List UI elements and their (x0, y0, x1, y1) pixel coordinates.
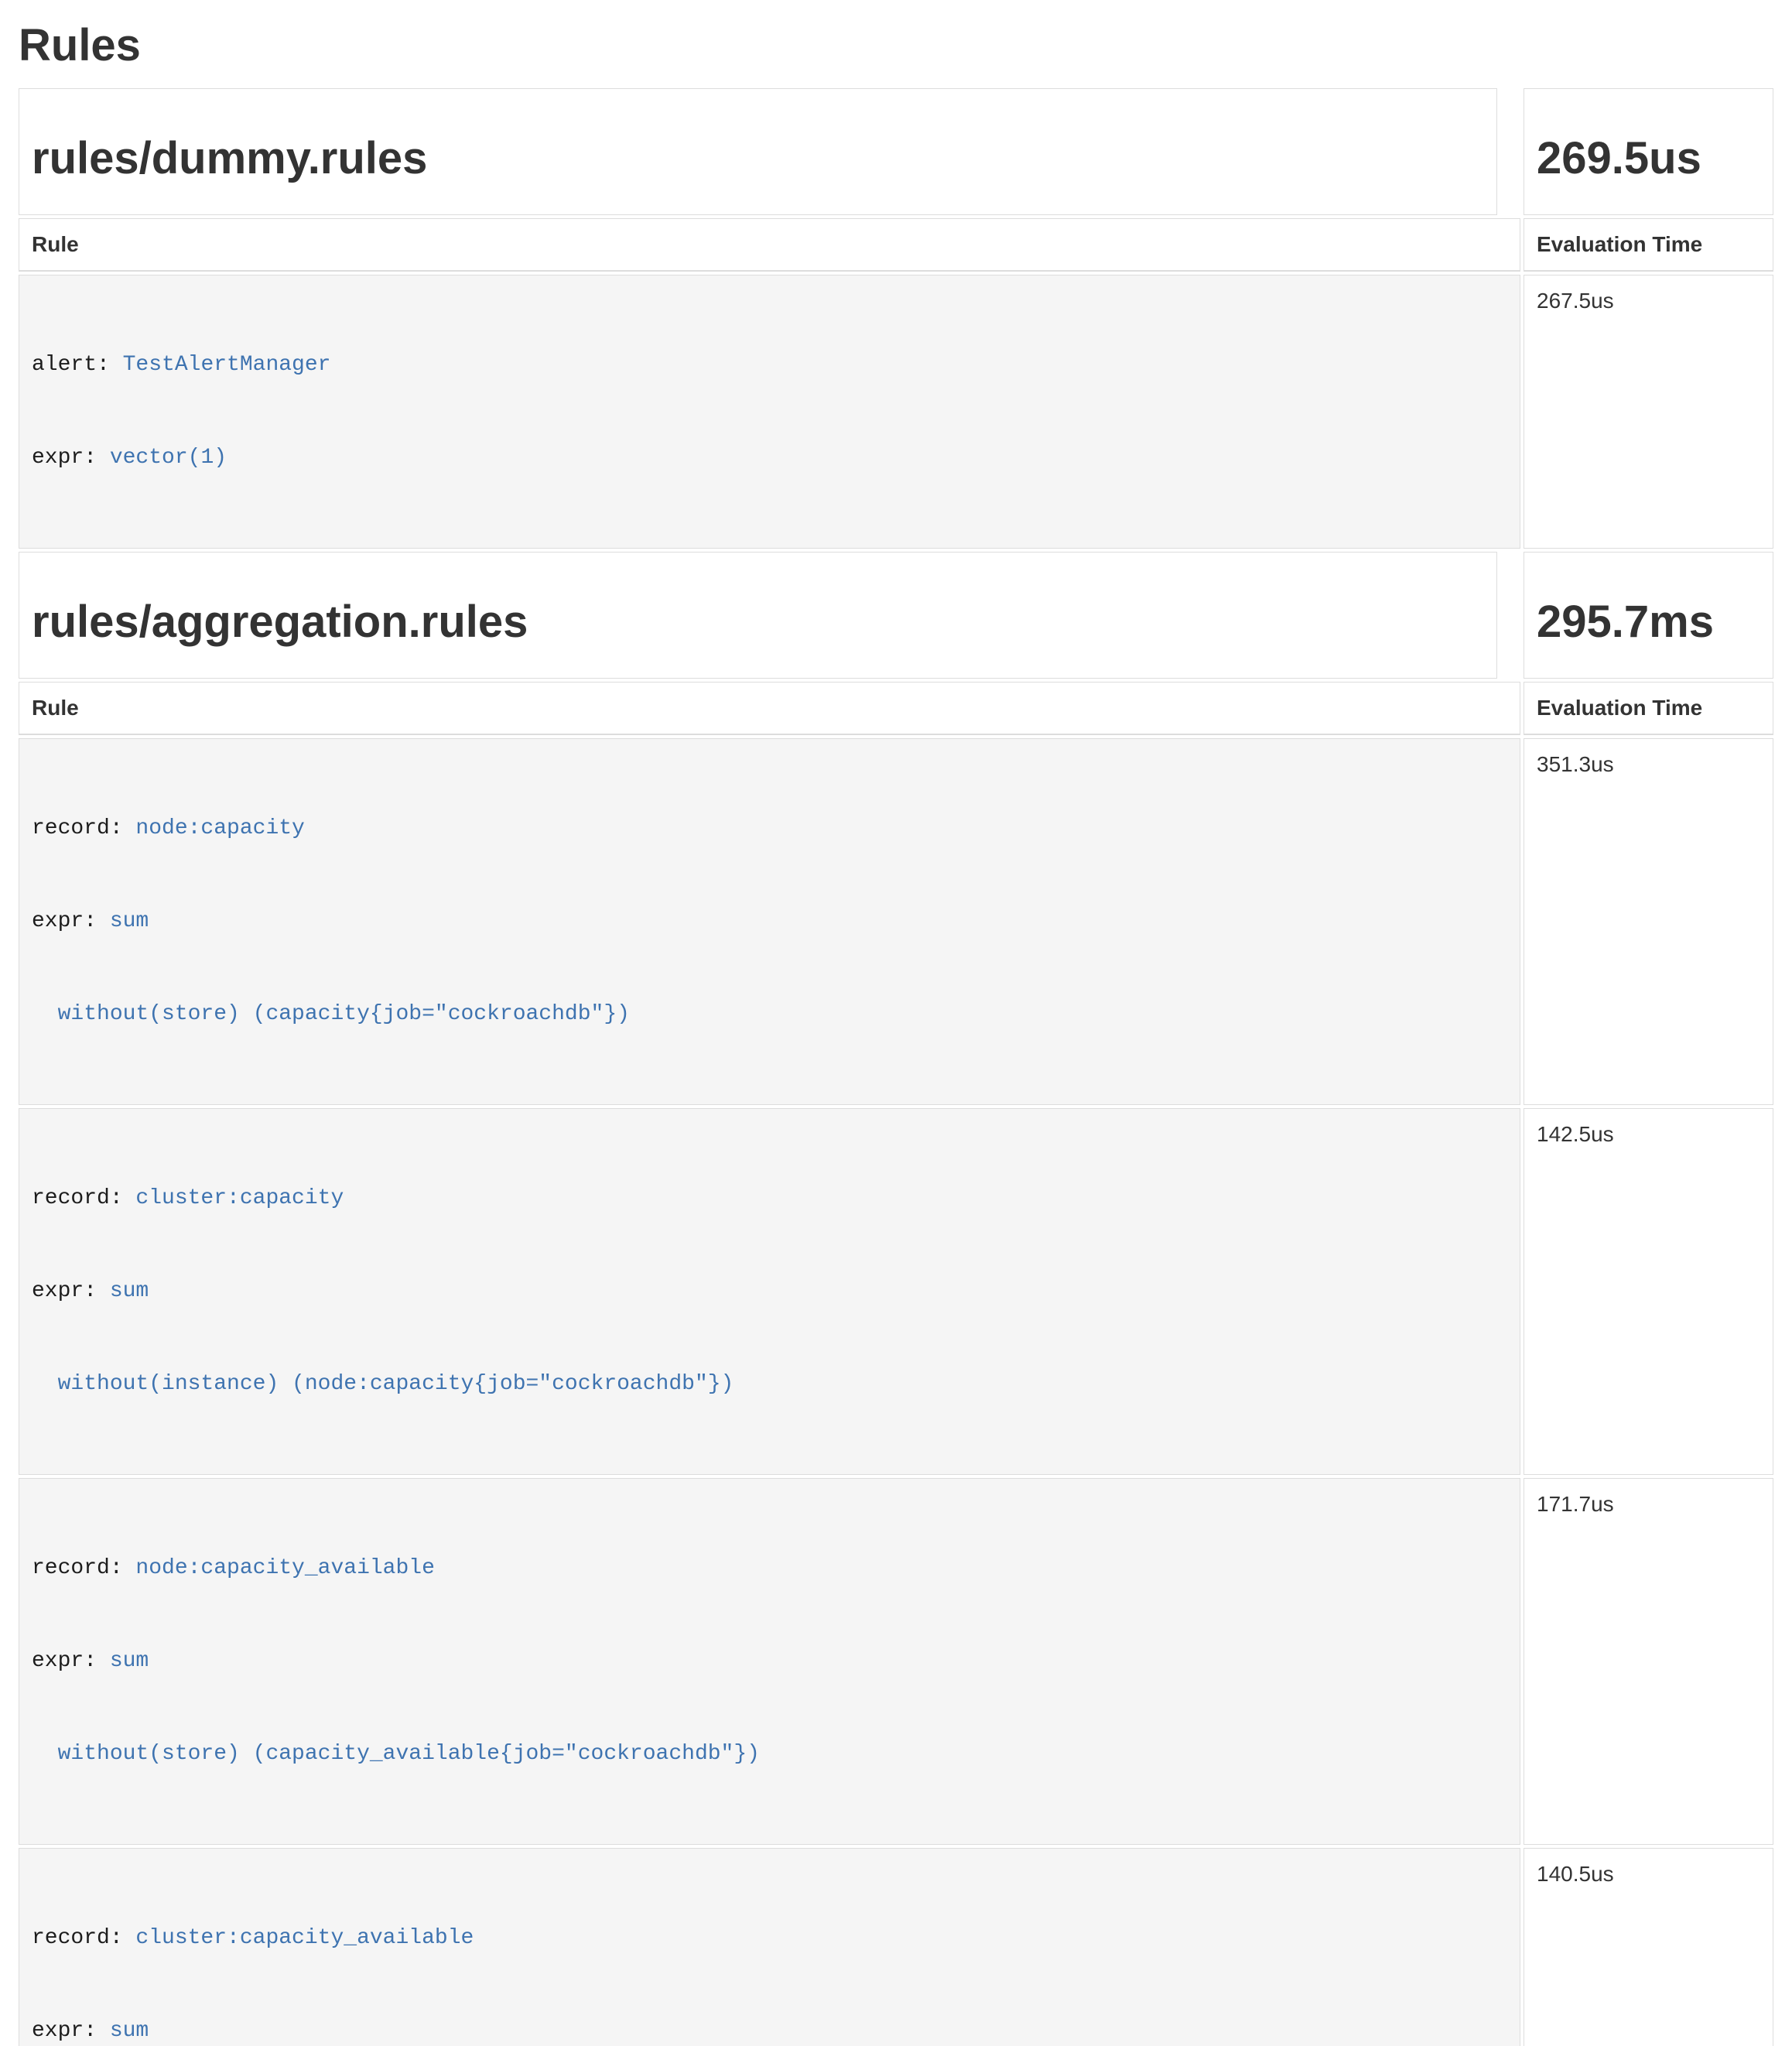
rule-link[interactable]: node:capacity (135, 816, 304, 840)
rule-line: record: cluster:capacity_available (32, 1923, 1507, 1954)
rule-group-eval-time-value: 269.5us (1537, 134, 1760, 183)
rule-link[interactable]: vector(1) (110, 446, 227, 470)
rule-line: without(instance) (node:capacity{job="co… (32, 1369, 1507, 1400)
rule-eval-time: 351.3us (1524, 738, 1773, 1105)
rule-yaml-key: record: (32, 1556, 135, 1580)
rule-group-eval-time-value: 295.7ms (1537, 597, 1760, 647)
rule-line: record: node:capacity_available (32, 1553, 1507, 1584)
rule-group-header: rules/dummy.rules (19, 88, 1497, 215)
rule-link[interactable]: without(store) (capacity{job="cockroachd… (32, 1002, 630, 1026)
rule-link[interactable]: sum (110, 909, 149, 933)
rule-group-name: rules/dummy.rules (32, 134, 1484, 183)
rule-eval-time: 142.5us (1524, 1108, 1773, 1475)
rule-definition-cell: record: cluster:capacity_available expr:… (19, 1848, 1520, 2046)
rule-line: expr: sum (32, 906, 1507, 937)
rule-line: without(store) (capacity_available{job="… (32, 1739, 1507, 1770)
rule-yaml-key: expr: (32, 1649, 110, 1673)
column-header-evaluation-time: Evaluation Time (1524, 682, 1773, 735)
rule-definition-cell: record: cluster:capacity expr: sum witho… (19, 1108, 1520, 1475)
group-header-spacer (1500, 88, 1520, 215)
column-header-rule: Rule (19, 682, 1520, 735)
rule-group-header: rules/aggregation.rules (19, 552, 1497, 679)
rule-line: expr: sum (32, 1276, 1507, 1307)
rule-line: without(store) (capacity{job="cockroachd… (32, 999, 1507, 1030)
group-header-spacer (1500, 552, 1520, 679)
rule-link[interactable]: without(instance) (node:capacity{job="co… (32, 1372, 734, 1396)
rule-yaml-key: alert: (32, 353, 123, 377)
rule-eval-time: 267.5us (1524, 275, 1773, 549)
rule-link[interactable]: cluster:capacity (135, 1186, 344, 1210)
rule-group-eval-time: 269.5us (1524, 88, 1773, 215)
rule-yaml-key: expr: (32, 2019, 110, 2043)
rule-link[interactable]: TestAlertManager (123, 353, 331, 377)
rule-yaml-key: expr: (32, 909, 110, 933)
rule-yaml-key: record: (32, 816, 135, 840)
rule-link[interactable]: cluster:capacity_available (135, 1926, 474, 1950)
rule-yaml-key: expr: (32, 446, 110, 470)
rule-definition-cell: record: node:capacity_available expr: su… (19, 1478, 1520, 1845)
rule-definition-cell: alert: TestAlertManager expr: vector(1) (19, 275, 1520, 549)
rule-link[interactable]: sum (110, 1279, 149, 1303)
rule-line: expr: vector(1) (32, 443, 1507, 474)
rule-eval-time: 140.5us (1524, 1848, 1773, 2046)
rule-definition-cell: record: node:capacity expr: sum without(… (19, 738, 1520, 1105)
rule-link[interactable]: node:capacity_available (135, 1556, 434, 1580)
rule-line: expr: sum (32, 2016, 1507, 2046)
column-header-rule: Rule (19, 218, 1520, 272)
rule-eval-time: 171.7us (1524, 1478, 1773, 1845)
rule-group-eval-time: 295.7ms (1524, 552, 1773, 679)
rule-link[interactable]: sum (110, 1649, 149, 1673)
rule-yaml-key: record: (32, 1926, 135, 1950)
rule-line: record: cluster:capacity (32, 1183, 1507, 1214)
page-title: Rules (19, 20, 1773, 71)
rule-yaml-key: expr: (32, 1279, 110, 1303)
rule-group-name: rules/aggregation.rules (32, 597, 1484, 647)
rule-line: alert: TestAlertManager (32, 350, 1507, 381)
rule-link[interactable]: without(store) (capacity_available{job="… (32, 1742, 760, 1766)
rule-line: record: node:capacity (32, 813, 1507, 844)
column-header-evaluation-time: Evaluation Time (1524, 218, 1773, 272)
rule-link[interactable]: sum (110, 2019, 149, 2043)
rule-line: expr: sum (32, 1646, 1507, 1677)
rule-yaml-key: record: (32, 1186, 135, 1210)
rules-table: rules/dummy.rules 269.5us Rule Evaluatio… (19, 88, 1773, 2046)
